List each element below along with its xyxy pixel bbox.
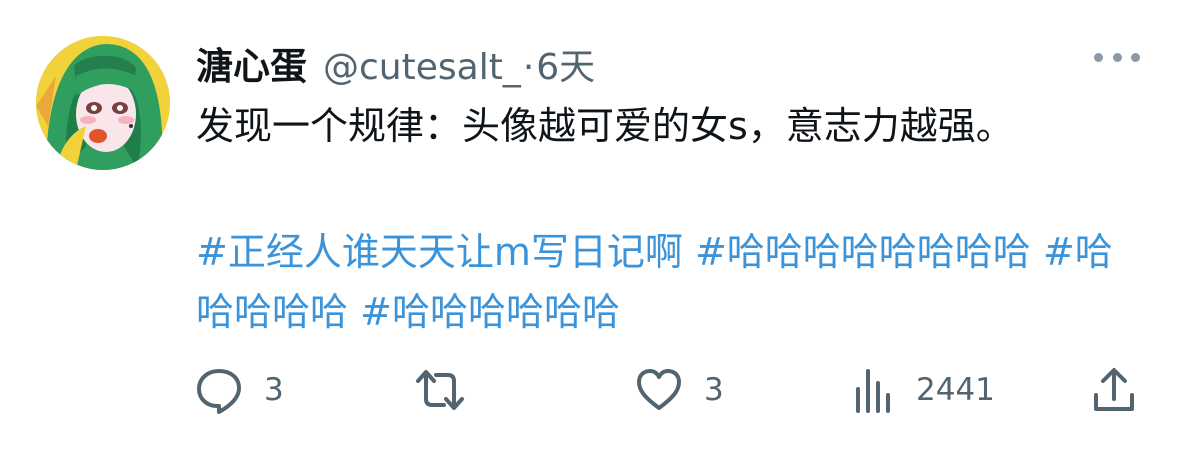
heart-icon	[637, 369, 681, 410]
views-button[interactable]: 2441	[852, 360, 995, 420]
tweet-text: 发现一个规律：头像越可爱的女s，意志力越强。	[196, 104, 1014, 148]
share-icon	[1094, 368, 1134, 411]
tweet[interactable]: 溏心蛋 @cutesalt_ · 6天 发现一个规律：头像越可爱的女s，意志力越…	[0, 0, 1179, 457]
hashtag-link[interactable]: #正经人谁天天让m写日记啊	[196, 230, 683, 274]
retweet-button[interactable]	[412, 360, 488, 420]
display-name[interactable]: 溏心蛋	[196, 36, 307, 90]
reply-icon	[197, 369, 241, 414]
avatar-illustration	[36, 36, 170, 170]
hashtag-list: #正经人谁天天让m写日记啊 #哈哈哈哈哈哈哈哈 #哈哈哈哈哈 #哈哈哈哈哈哈	[196, 222, 1126, 342]
more-icon	[1094, 52, 1103, 62]
avatar[interactable]	[36, 36, 170, 170]
tweet-header: 溏心蛋 @cutesalt_ · 6天	[196, 36, 595, 88]
like-count: 3	[704, 372, 724, 408]
share-button[interactable]	[1090, 360, 1158, 420]
hashtag-link[interactable]: #哈哈哈哈哈哈哈哈	[695, 230, 1031, 274]
more-button[interactable]	[1094, 46, 1140, 68]
views-icon	[856, 369, 890, 413]
hashtag-link[interactable]: #哈哈哈哈哈哈	[360, 290, 620, 334]
views-count: 2441	[916, 372, 995, 408]
separator-dot: ·	[522, 47, 535, 88]
reply-count: 3	[264, 372, 284, 408]
reply-button[interactable]: 3	[194, 360, 284, 420]
action-bar: 3 3 2441	[0, 360, 1179, 420]
like-button[interactable]: 3	[634, 360, 724, 420]
retweet-icon	[416, 370, 464, 410]
timestamp[interactable]: 6天	[536, 38, 595, 90]
user-handle[interactable]: @cutesalt_	[323, 47, 521, 88]
